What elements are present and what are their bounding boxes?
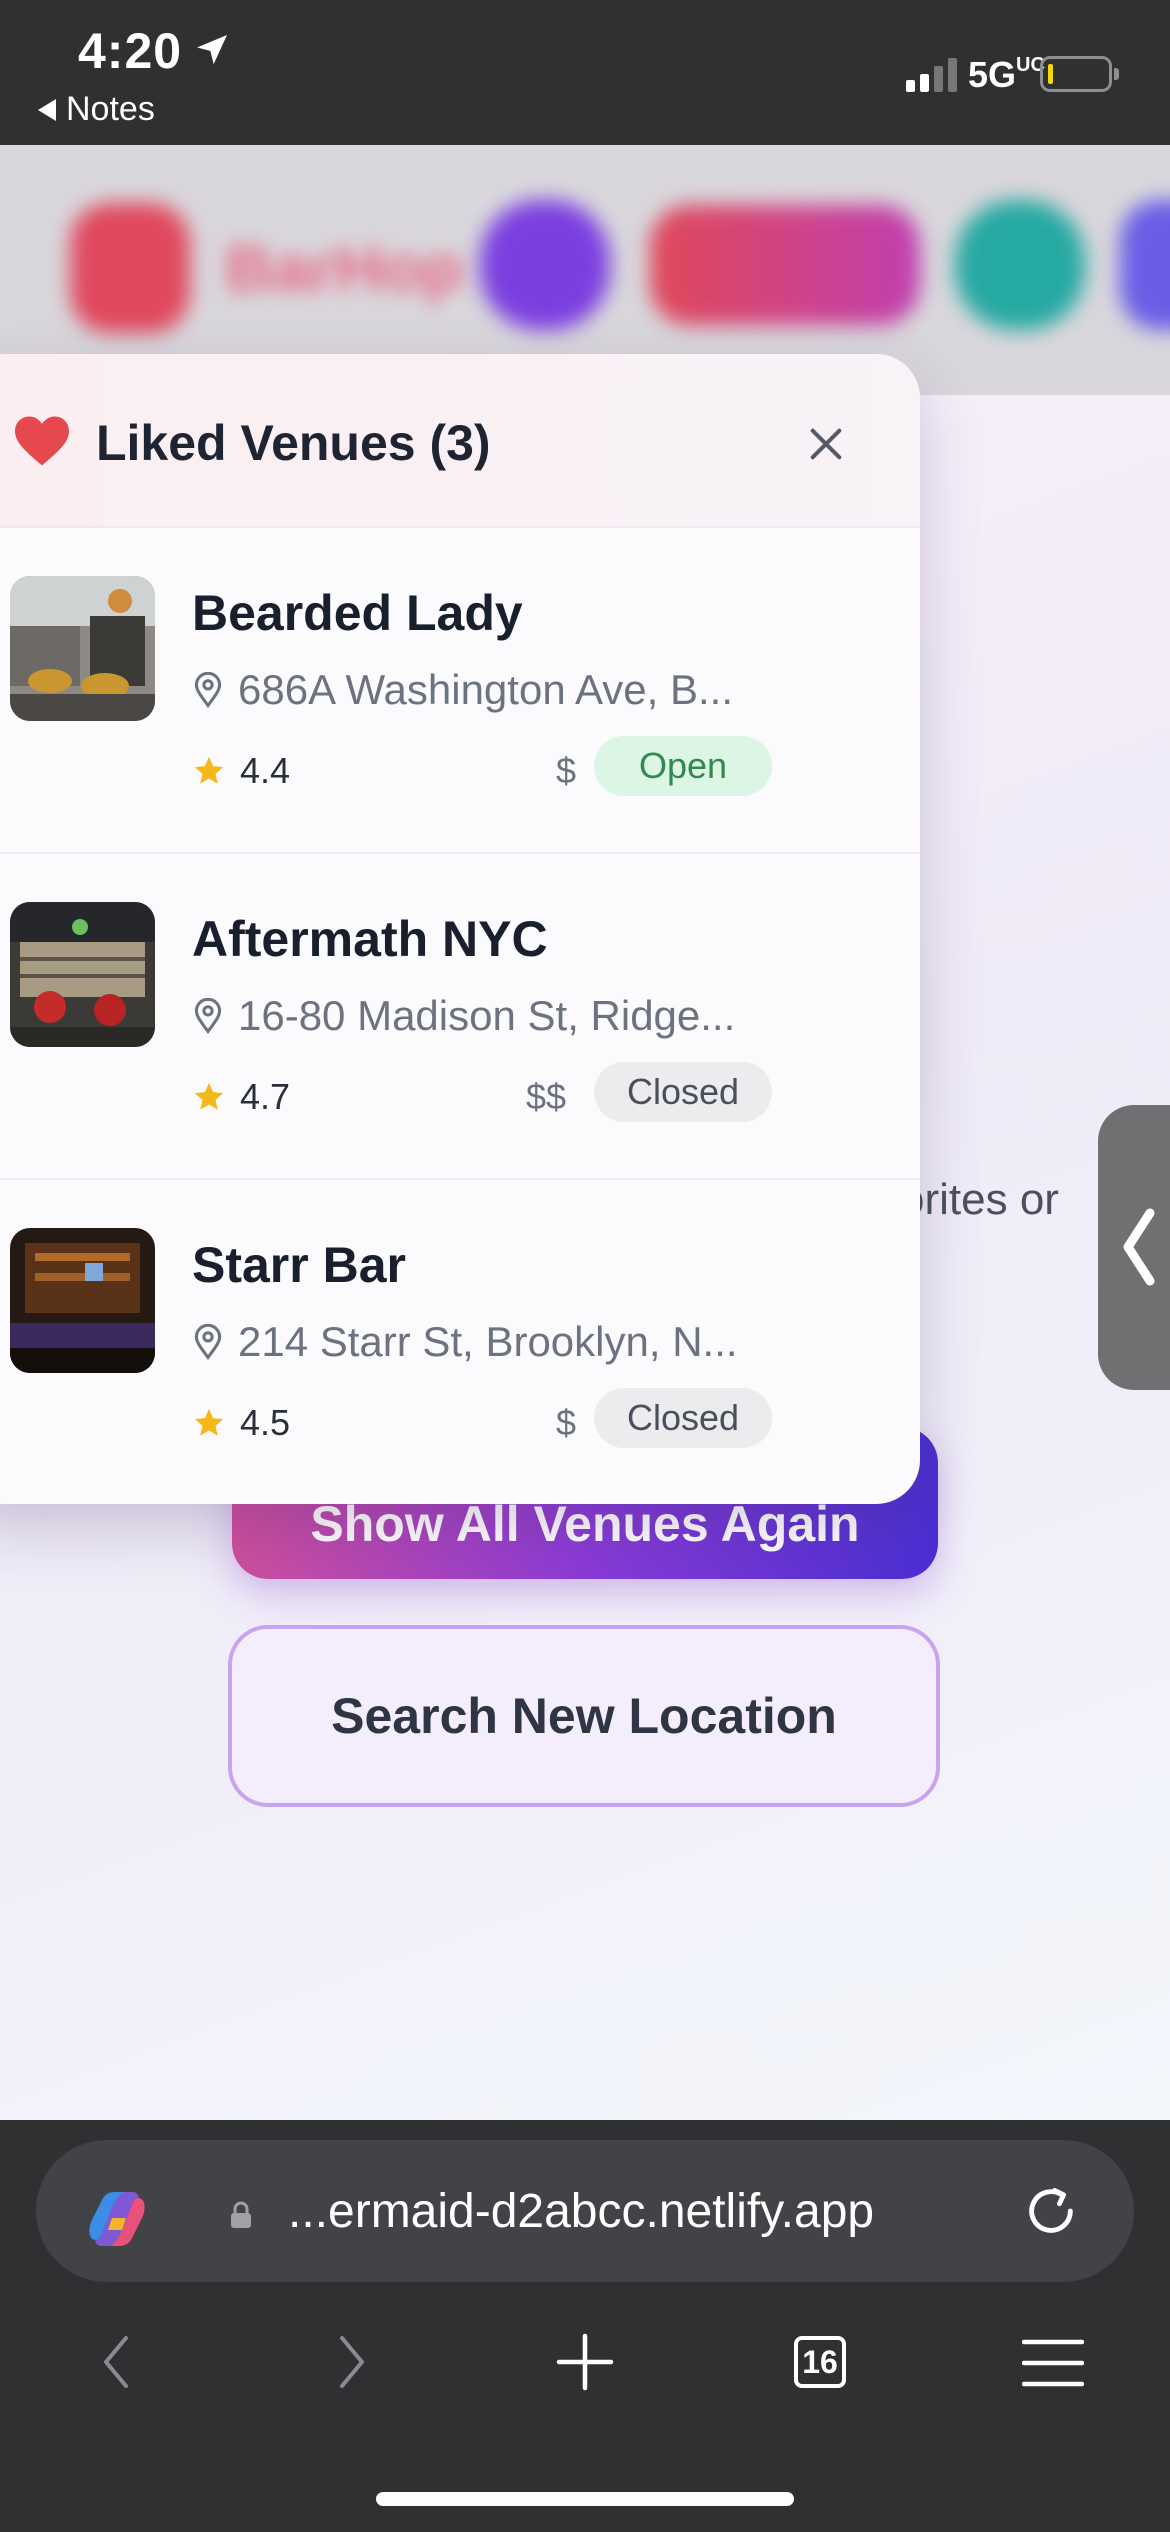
pin-icon: [194, 672, 222, 708]
tabs-button[interactable]: 16: [794, 2336, 846, 2388]
venue-rating-value: 4.4: [240, 750, 291, 791]
signal-strength-icon: [906, 58, 957, 92]
reload-icon[interactable]: [1022, 2182, 1080, 2240]
star-icon: [194, 1408, 224, 1436]
forward-icon[interactable]: [332, 2332, 372, 2392]
menu-icon[interactable]: [1022, 2338, 1084, 2388]
venue-item[interactable]: Bearded Lady 686A Washington Ave, B... 4…: [0, 528, 920, 854]
blurred-button-2: [650, 205, 920, 325]
panel-title: Liked Venues (3): [96, 415, 491, 471]
address-bar[interactable]: ...ermaid-d2abcc.netlify.app: [36, 2140, 1134, 2282]
battery-tip: [1114, 68, 1119, 80]
venue-rating: 4.4: [192, 750, 290, 792]
venue-address-text: 214 Starr St, Brooklyn, N...: [238, 1318, 738, 1365]
back-icon[interactable]: [96, 2332, 136, 2392]
chevron-left-icon: [1123, 1208, 1155, 1286]
pin-icon: [194, 998, 222, 1034]
blurred-button-4: [1120, 200, 1170, 330]
close-icon[interactable]: [806, 424, 846, 464]
venue-address-text: 16-80 Madison St, Ridge...: [238, 992, 736, 1039]
url-text: ...ermaid-d2abcc.netlify.app: [288, 2185, 875, 2238]
network-label: 5GUC: [968, 54, 1045, 95]
battery-icon: [1040, 56, 1112, 92]
star-icon: [194, 756, 224, 784]
venue-address: 16-80 Madison St, Ridge...: [192, 992, 735, 1040]
venue-rating-value: 4.5: [240, 1402, 291, 1443]
heart-icon: [15, 416, 69, 466]
venue-item[interactable]: Starr Bar 214 Starr St, Brooklyn, N... 4…: [0, 1180, 920, 1504]
location-arrow-icon: [197, 35, 227, 65]
venue-address: 214 Starr St, Brooklyn, N...: [192, 1318, 738, 1366]
venue-price: $$: [525, 1076, 566, 1117]
plus-icon[interactable]: [555, 2332, 615, 2392]
venue-photo: [10, 576, 155, 721]
venue-name: Starr Bar: [192, 1237, 406, 1293]
status-time: 4:20: [78, 23, 183, 79]
venue-rating: 4.5: [192, 1402, 290, 1444]
browser-toolbar: ...ermaid-d2abcc.netlify.app 16: [0, 2120, 1170, 2532]
home-indicator: [376, 2492, 794, 2506]
venue-status-badge: Open: [594, 736, 772, 796]
blurred-button-3: [955, 200, 1085, 330]
liked-venues-panel: Liked Venues (3) Bearded Lady 686A Washi…: [0, 354, 920, 1504]
back-triangle-icon: [38, 98, 56, 121]
venue-name: Bearded Lady: [192, 585, 523, 641]
venue-price: $: [555, 750, 576, 791]
back-to-app-button[interactable]: Notes: [38, 90, 155, 129]
pin-icon: [194, 1324, 222, 1360]
lock-icon: [231, 2201, 251, 2228]
venue-address-text: 686A Washington Ave, B...: [238, 666, 733, 713]
blurred-logo: [70, 203, 190, 333]
venue-name: Aftermath NYC: [192, 911, 548, 967]
search-new-location-button[interactable]: Search New Location: [228, 1625, 940, 1807]
venue-photo: [10, 1228, 155, 1373]
star-icon: [194, 1082, 224, 1110]
venue-photo: [10, 902, 155, 1047]
venue-rating-value: 4.7: [240, 1076, 291, 1117]
blurred-brand-text: BarHop: [225, 231, 464, 305]
venue-price: $: [555, 1402, 576, 1443]
back-app-label: Notes: [66, 90, 155, 128]
venue-status-badge: Closed: [594, 1388, 772, 1448]
copilot-icon[interactable]: [82, 2184, 152, 2254]
blurred-button-1: [480, 200, 610, 330]
side-panel-handle[interactable]: [1098, 1105, 1170, 1390]
venue-item[interactable]: Aftermath NYC 16-80 Madison St, Ridge...…: [0, 854, 920, 1180]
venue-status-badge: Closed: [594, 1062, 772, 1122]
panel-header: Liked Venues (3): [0, 354, 920, 528]
venue-address: 686A Washington Ave, B...: [192, 666, 733, 714]
status-bar: 4:20 Notes 5GUC: [0, 0, 1170, 145]
venue-rating: 4.7: [192, 1076, 290, 1118]
empty-state-text: orites or: [900, 1175, 1059, 1224]
